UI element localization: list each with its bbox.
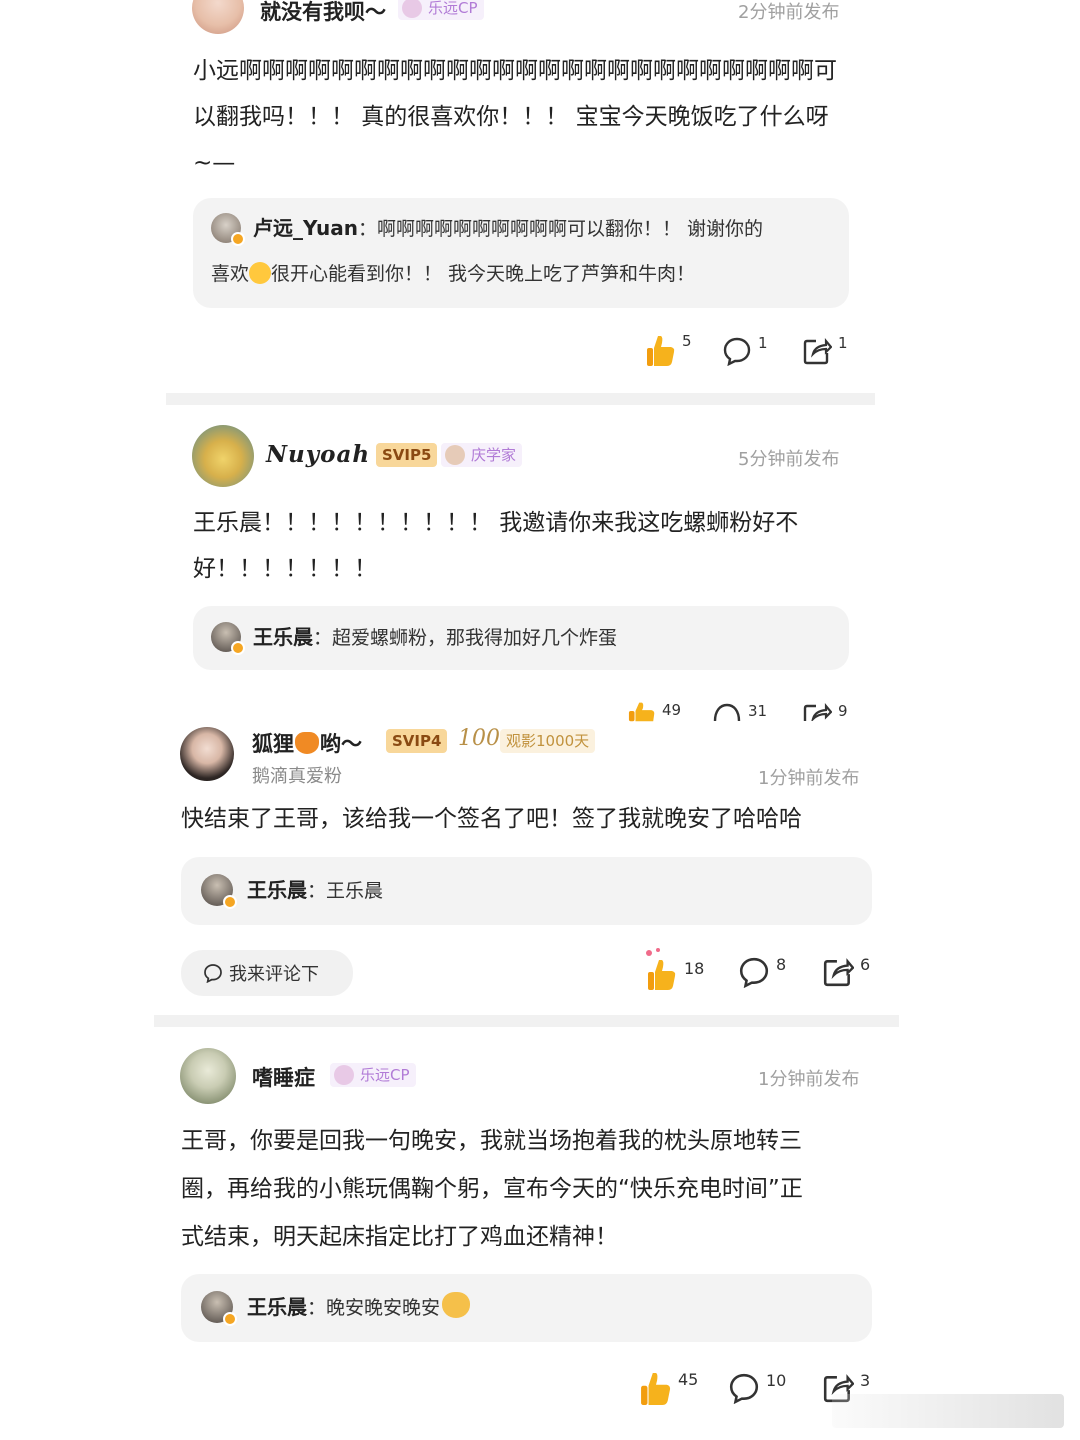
reply-author[interactable]: 王乐晨 [247, 1295, 307, 1319]
reply-avatar[interactable] [201, 1291, 237, 1326]
reply-text: 超爱螺蛳粉，那我得加好几个炸蛋 [332, 627, 618, 649]
thumbs-up-icon [628, 702, 655, 722]
verified-icon [231, 232, 245, 246]
section-divider [166, 393, 875, 405]
comment-button[interactable]: 10 [728, 1370, 787, 1404]
post-text: 王哥，你要是回我一句晚安，我就当场抱着我的枕头原地转三 圈，再给我的小熊玩偶鞠个… [181, 1128, 803, 1250]
share-count: 1 [838, 334, 848, 352]
comment-count: 31 [748, 702, 768, 720]
like-count: 5 [682, 332, 692, 350]
avatar[interactable] [180, 1048, 236, 1104]
comment-button[interactable]: 1 [722, 334, 768, 366]
fan-badge-icon [445, 445, 465, 465]
fan-tag-badge[interactable]: 乐远CP [330, 1063, 416, 1087]
thumbs-up-icon [646, 948, 676, 990]
cat-emoji [442, 1292, 471, 1318]
comment-count: 1 [758, 334, 768, 352]
share-icon [803, 337, 832, 365]
reply-text: 晚安晚安晚安 [326, 1297, 441, 1319]
svip-badge[interactable]: SVIP5 [376, 443, 438, 467]
username[interactable]: 狐狸 哟～ [252, 728, 362, 758]
post-time: 5分钟前发布 [738, 449, 840, 470]
comment-count: 10 [766, 1370, 787, 1390]
reply-box[interactable]: 王乐晨：超爱螺蛳粉，那我得加好几个炸蛋 [193, 606, 849, 670]
avatar[interactable] [180, 727, 234, 781]
comment-icon [729, 1373, 759, 1404]
like-count: 18 [684, 958, 705, 978]
fan-tag-badge[interactable]: 庆学家 [441, 443, 523, 467]
comment-icon [204, 964, 222, 983]
share-icon [823, 958, 854, 987]
fan-tag-badge[interactable]: 乐远CP [398, 0, 484, 20]
post-time: 1分钟前发布 [758, 1069, 860, 1090]
verified-icon [231, 641, 245, 655]
reply-author[interactable]: 卢远_Yuan [253, 216, 358, 240]
comment-count: 8 [776, 954, 787, 974]
reply-text: 王乐晨 [326, 880, 384, 902]
thumbs-up-icon [641, 1373, 671, 1405]
couple-icon [402, 0, 422, 18]
write-comment-button[interactable]: 我来评论下 [181, 950, 353, 996]
svip-badge[interactable]: SVIP4 [386, 729, 448, 753]
like-button[interactable]: 18 [644, 948, 704, 992]
comment-icon [739, 957, 769, 988]
watermark [832, 1394, 1064, 1428]
share-count: 6 [860, 954, 871, 974]
like-count: 49 [662, 701, 682, 719]
reply-avatar[interactable] [211, 622, 245, 655]
share-count: 9 [838, 702, 848, 720]
like-button[interactable]: 45 [640, 1370, 698, 1408]
verified-icon [223, 1312, 237, 1326]
fan-title: 鹅滴真爱粉 [252, 766, 342, 787]
reply-author[interactable]: 王乐晨 [247, 878, 307, 902]
share-button[interactable]: 9 [802, 701, 848, 721]
reply-text: 啊啊啊啊啊啊啊啊啊啊可以翻你！！ 谢谢你的 [377, 218, 764, 240]
smile-hearts-emoji [249, 262, 272, 284]
username[interactable]: Nuyoah [266, 441, 370, 468]
post-text: 王乐晨！！！！！！！！！！ 我邀请你来我这吃螺蛳粉好不 好！！！！！！！ [193, 510, 799, 582]
avatar[interactable] [192, 425, 254, 487]
days-number-badge: 100 [458, 726, 500, 751]
reply-text: 很开心能看到你！！ 我今天晚上吃了芦笋和牛肉！ [271, 263, 696, 285]
like-count: 45 [678, 1369, 699, 1389]
share-button[interactable]: 1 [802, 334, 848, 366]
comment-icon [713, 703, 741, 721]
share-button[interactable]: 6 [822, 954, 871, 988]
avatar[interactable] [192, 0, 244, 34]
thumbs-up-icon [647, 336, 675, 366]
section-divider [154, 1015, 899, 1027]
post-text: 小远啊啊啊啊啊啊啊啊啊啊啊啊啊啊啊啊啊啊啊啊啊啊啊啊啊可 以翻我吗！！！ 真的很… [193, 58, 837, 176]
post-time: 1分钟前发布 [758, 768, 860, 789]
watch-days-badge[interactable]: 观影1000天 [500, 729, 596, 753]
reply-box[interactable]: 王乐晨：晚安晚安晚安 [181, 1274, 872, 1342]
comment-button[interactable]: 8 [738, 954, 787, 988]
comment-icon [723, 337, 751, 366]
like-button[interactable]: 49 [628, 700, 681, 722]
reply-avatar[interactable] [211, 213, 245, 246]
reply-box[interactable]: 王乐晨：王乐晨 [181, 857, 872, 925]
reply-avatar[interactable] [201, 874, 237, 909]
username[interactable]: 嗜睡症 [252, 1062, 315, 1092]
username[interactable]: 就没有我呗～ [260, 0, 386, 26]
post-time: 2分钟前发布 [738, 2, 840, 23]
share-icon [803, 702, 832, 721]
reply-box[interactable]: 卢远_Yuan：啊啊啊啊啊啊啊啊啊啊可以翻你！！ 谢谢你的 喜欢 很开心能看到你！… [193, 198, 849, 308]
verified-icon [223, 895, 237, 909]
post-text: 快结束了王哥，该给我一个签名了吧！签了我就晚安了哈哈哈 [181, 806, 802, 832]
reply-author[interactable]: 王乐晨 [253, 625, 313, 649]
fox-emoji [295, 732, 319, 754]
couple-icon [334, 1065, 354, 1085]
share-count: 3 [860, 1370, 871, 1390]
comment-button[interactable]: 31 [712, 701, 767, 721]
like-button[interactable]: 5 [646, 332, 692, 368]
